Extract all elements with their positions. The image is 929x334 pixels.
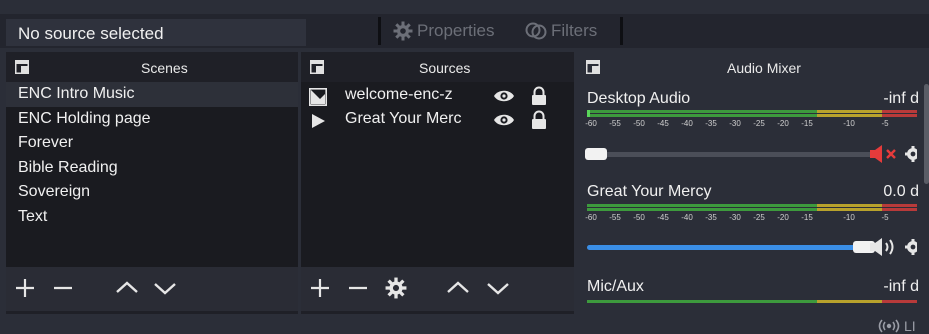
scenes-list[interactable]: ENC Intro Music ENC Holding page Forever… xyxy=(6,82,298,267)
remove-source-button[interactable] xyxy=(347,277,369,299)
filters-label: Filters xyxy=(551,21,598,40)
image-icon xyxy=(309,88,327,106)
channel-db: -inf d xyxy=(883,90,919,107)
meter-tick-label: -35 xyxy=(705,119,717,128)
sources-dock: Sources welcome-enc-z Great Your Merc xyxy=(301,52,574,314)
meter-tick-label: -40 xyxy=(681,119,693,128)
remove-scene-button[interactable] xyxy=(52,277,74,299)
filter-icon xyxy=(525,22,547,40)
toolbar-separator xyxy=(620,17,623,45)
audio-mixer-title: Audio Mixer xyxy=(727,60,801,76)
speaker-icon[interactable] xyxy=(869,237,899,257)
audio-mixer-dock-header: Audio Mixer xyxy=(577,56,929,80)
lock-icon[interactable] xyxy=(531,86,547,106)
channel-name: Desktop Audio xyxy=(587,90,691,107)
sources-dock-header: Sources xyxy=(301,56,574,80)
meter-tick-label: -50 xyxy=(633,119,645,128)
meter-tick-label: -15 xyxy=(801,213,813,222)
dock-float-icon[interactable] xyxy=(585,59,601,75)
lock-icon[interactable] xyxy=(531,110,547,130)
meter-tick-label: -25 xyxy=(753,213,765,222)
meter-tick-label: -10 xyxy=(843,213,855,222)
scenes-dock-header: Scenes xyxy=(6,56,298,80)
source-label: Great Your Merc xyxy=(345,110,462,127)
add-scene-button[interactable] xyxy=(14,277,36,299)
filters-button[interactable]: Filters xyxy=(525,20,597,42)
scene-item[interactable]: ENC Intro Music xyxy=(6,82,298,107)
meter-tick-scale: -60 -55 -50 -45 -40 -35 -30 -25 -20 -15 … xyxy=(585,115,917,129)
volume-slider[interactable] xyxy=(585,148,877,160)
move-scene-up-button[interactable] xyxy=(114,277,140,299)
source-status-text: No source selected xyxy=(18,24,164,43)
meter-tick-label: -10 xyxy=(843,119,855,128)
channel-name: Great Your Mercy xyxy=(587,183,712,200)
sources-title: Sources xyxy=(419,60,471,76)
channel-db: 0.0 d xyxy=(883,183,919,200)
meter-tick-label: -30 xyxy=(729,119,741,128)
status-bar: LI xyxy=(0,317,929,334)
meter-tick-label: -15 xyxy=(801,119,813,128)
volume-slider-handle[interactable] xyxy=(585,148,607,160)
scene-item[interactable]: ENC Holding page xyxy=(6,107,298,132)
source-item[interactable]: Great Your Merc xyxy=(301,108,574,132)
scene-item[interactable]: Sovereign xyxy=(6,180,298,205)
source-toolbar: No source selected Properties Filters xyxy=(0,14,929,48)
channel-db: -inf d xyxy=(883,278,919,295)
volume-meter xyxy=(587,300,917,303)
speaker-muted-icon[interactable] xyxy=(869,144,899,164)
eye-icon[interactable] xyxy=(493,89,515,103)
sources-footer-toolbar xyxy=(301,267,574,311)
source-properties-button[interactable] xyxy=(385,277,407,299)
live-label: LI xyxy=(904,318,916,334)
meter-tick-label: -35 xyxy=(705,213,717,222)
sources-list[interactable]: welcome-enc-z Great Your Merc xyxy=(301,82,574,267)
scenes-footer-toolbar xyxy=(6,267,298,311)
mixer-scrollbar[interactable] xyxy=(924,84,929,184)
meter-tick-label: -55 xyxy=(609,213,621,222)
add-source-button[interactable] xyxy=(309,277,331,299)
properties-label: Properties xyxy=(417,21,495,40)
meter-tick-label: -45 xyxy=(657,213,669,222)
move-source-down-button[interactable] xyxy=(485,277,511,299)
channel-name: Mic/Aux xyxy=(587,278,644,295)
meter-tick-scale: -60 -55 -50 -45 -40 -35 -30 -25 -20 -15 … xyxy=(585,209,917,223)
scene-item[interactable]: Forever xyxy=(6,131,298,156)
source-status-box: No source selected xyxy=(6,19,306,46)
media-play-icon xyxy=(312,114,325,128)
meter-tick-label: -60 xyxy=(585,119,597,128)
gear-icon xyxy=(393,21,413,41)
volume-slider-fill xyxy=(587,245,855,250)
broadcast-icon xyxy=(878,319,900,333)
meter-tick-label: -55 xyxy=(609,119,621,128)
meter-tick-label: -25 xyxy=(753,119,765,128)
move-scene-down-button[interactable] xyxy=(152,277,178,299)
audio-mixer-dock: Audio Mixer Desktop Audio -inf d -60 -55… xyxy=(577,52,929,314)
meter-tick-label: -30 xyxy=(729,213,741,222)
gear-icon[interactable] xyxy=(903,144,917,164)
scene-item[interactable]: Bible Reading xyxy=(6,156,298,181)
scene-item[interactable]: Text xyxy=(6,205,298,230)
move-source-up-button[interactable] xyxy=(445,277,471,299)
meter-tick-label: -20 xyxy=(777,119,789,128)
live-indicator: LI xyxy=(878,318,916,334)
meter-tick-label: -45 xyxy=(657,119,669,128)
dock-float-icon[interactable] xyxy=(14,59,30,75)
volume-slider[interactable] xyxy=(587,241,877,253)
dock-float-icon[interactable] xyxy=(309,59,325,75)
source-item[interactable]: welcome-enc-z xyxy=(301,84,574,108)
meter-tick-label: -60 xyxy=(585,213,597,222)
gear-icon[interactable] xyxy=(903,237,917,257)
meter-tick-label: -5 xyxy=(881,119,889,128)
meter-tick-label: -20 xyxy=(777,213,789,222)
meter-tick-label: -50 xyxy=(633,213,645,222)
eye-icon[interactable] xyxy=(493,113,515,127)
meter-tick-label: -40 xyxy=(681,213,693,222)
meter-tick-label: -5 xyxy=(881,213,889,222)
source-label: welcome-enc-z xyxy=(345,86,453,103)
scenes-dock: Scenes ENC Intro Music ENC Holding page … xyxy=(6,52,298,314)
properties-button[interactable]: Properties xyxy=(393,20,494,42)
scenes-title: Scenes xyxy=(141,60,188,76)
toolbar-separator xyxy=(378,17,381,45)
